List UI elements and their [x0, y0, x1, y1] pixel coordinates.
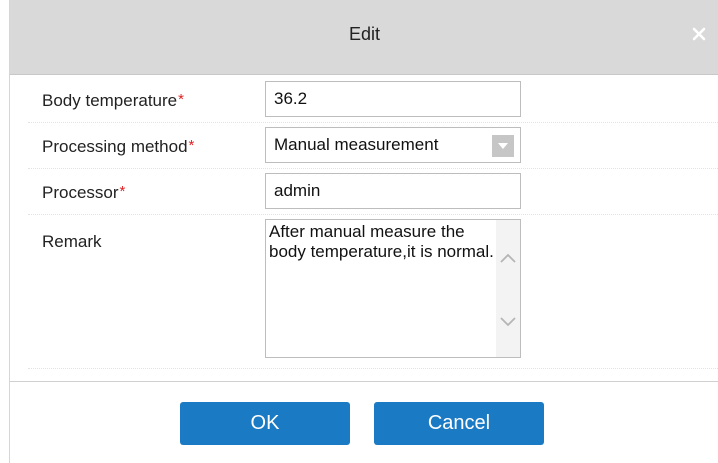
close-icon[interactable]: [686, 21, 712, 47]
processing-method-value: Manual measurement: [274, 135, 439, 154]
required-mark: *: [119, 183, 126, 200]
remark-textarea[interactable]: After manual measure the body temperatur…: [265, 219, 521, 358]
chevron-up-icon[interactable]: [498, 248, 518, 268]
row-divider: [28, 168, 718, 169]
row-divider: [28, 368, 718, 369]
processor-label-text: Processor: [42, 183, 119, 202]
remark-scrollbar[interactable]: [496, 220, 520, 357]
row-divider: [28, 214, 718, 215]
processor-label: Processor*: [42, 183, 125, 203]
processing-method-select[interactable]: Manual measurement: [265, 127, 521, 163]
dialog-titlebar: Edit: [10, 0, 718, 75]
processing-method-label: Processing method*: [42, 137, 194, 157]
ok-button[interactable]: OK: [180, 402, 350, 445]
remark-text: After manual measure the body temperatur…: [269, 222, 494, 261]
processing-method-label-text: Processing method: [42, 137, 188, 156]
required-mark: *: [188, 137, 195, 154]
required-mark: *: [178, 91, 184, 108]
processor-input[interactable]: [265, 173, 521, 209]
dialog-title: Edit: [348, 24, 381, 44]
chevron-down-icon[interactable]: [492, 135, 514, 157]
body-temperature-label-text: Body temperature: [42, 91, 178, 110]
chevron-down-icon[interactable]: [498, 312, 518, 332]
footer-divider: [10, 381, 718, 382]
remark-label-text: Remark: [42, 232, 102, 251]
remark-label: Remark: [42, 232, 102, 252]
edit-dialog: Edit Body temperature* Processing method…: [9, 0, 718, 463]
body-temperature-input[interactable]: [265, 81, 521, 117]
cancel-button[interactable]: Cancel: [374, 402, 544, 445]
row-divider: [28, 122, 718, 123]
body-temperature-label: Body temperature*: [42, 91, 184, 111]
